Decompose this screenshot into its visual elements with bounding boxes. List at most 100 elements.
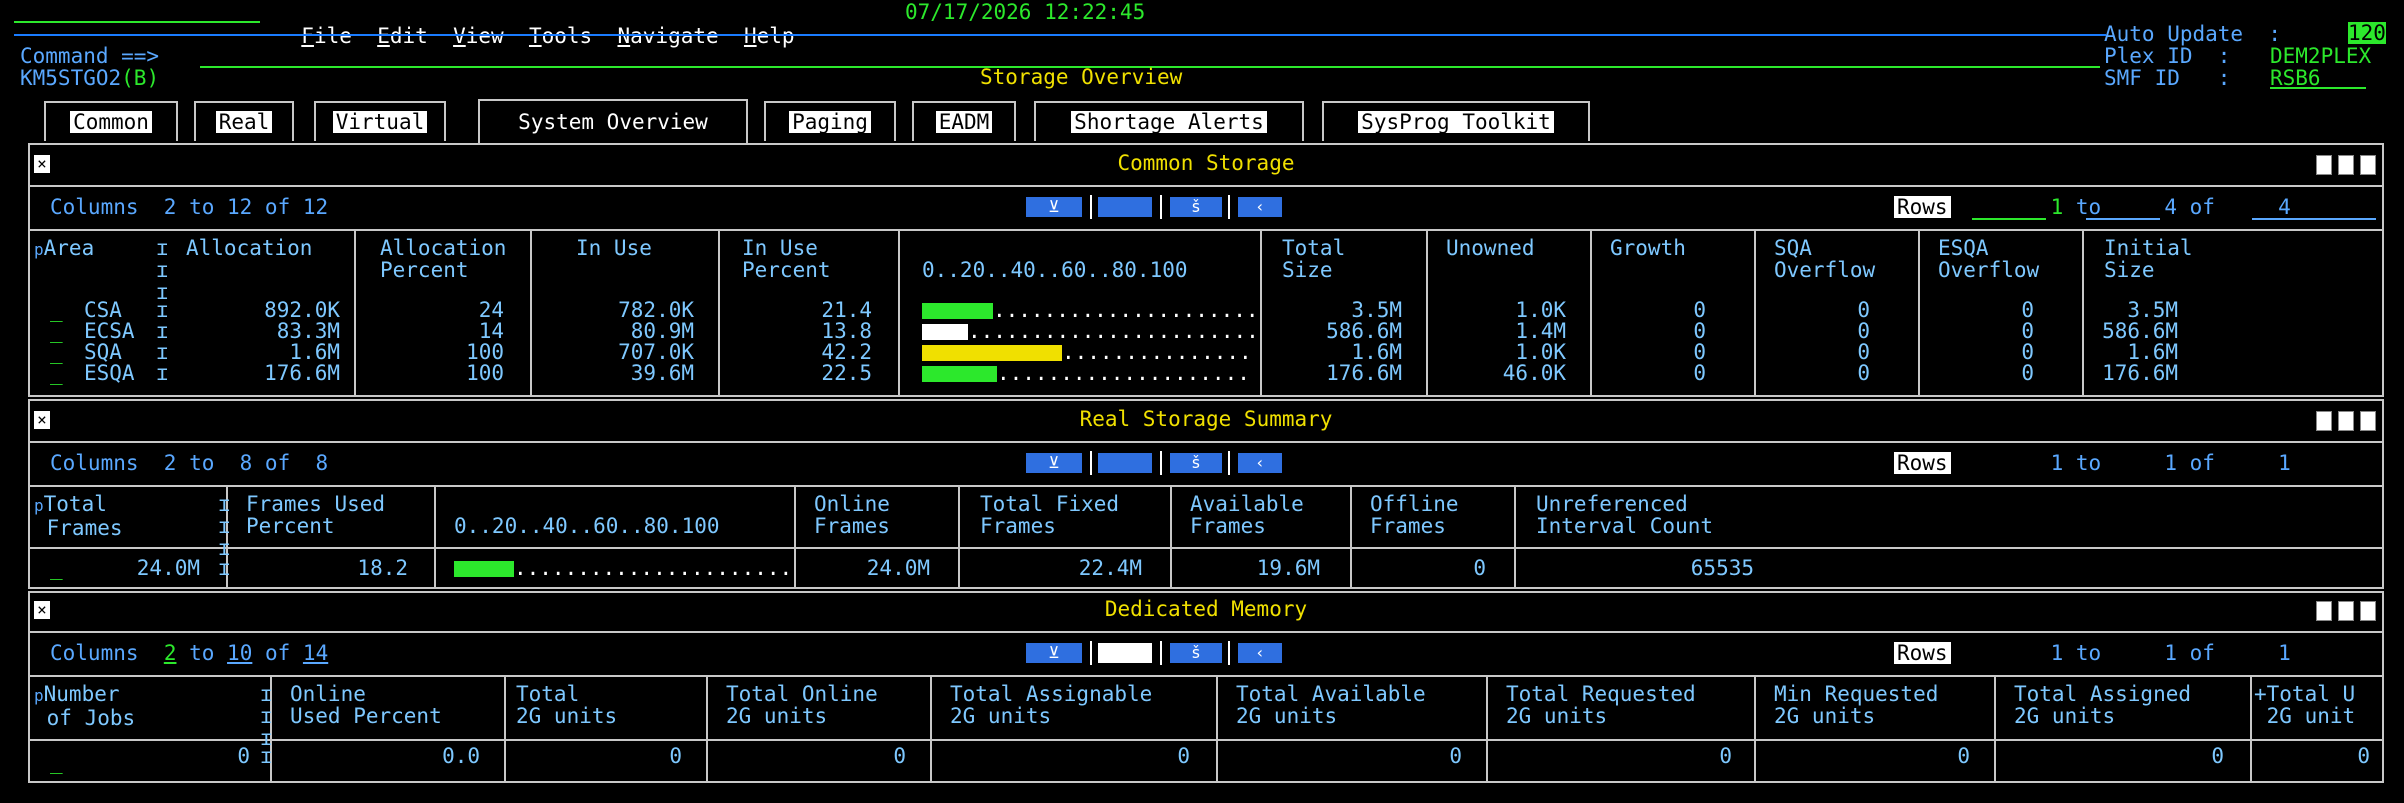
header-esqa-overflow[interactable]: ESQA Overflow xyxy=(1938,237,2039,281)
cell-total-assignable-2g-units: 0 xyxy=(1177,744,1190,768)
header-percent-scale: 0..20..40..60..80.100 xyxy=(922,258,1188,282)
usage-scale: ............... xyxy=(1062,340,1252,364)
cell-unreferenced-interval-count: 65535 xyxy=(1690,556,1754,580)
usage-bar xyxy=(922,303,993,319)
header-in-use-percent[interactable]: In Use Percent xyxy=(742,237,831,281)
header-unreferenced-interval-count[interactable]: Unreferenced Interval Count xyxy=(1536,493,1713,537)
row-selector[interactable]: _ xyxy=(50,341,63,363)
header-offline-frames[interactable]: Offline Frames xyxy=(1370,493,1459,537)
sort-icon[interactable]: š xyxy=(1170,453,1222,473)
header-total-unassigned-2g-units[interactable]: +Total U 2G unit xyxy=(2254,683,2355,727)
restore-icon[interactable] xyxy=(2360,411,2376,431)
plex-id-label: Plex ID : xyxy=(2104,44,2231,68)
cell-total-requested-2g-units: 0 xyxy=(1719,744,1732,768)
sort-icon[interactable]: š xyxy=(1170,643,1222,663)
menu-tools[interactable]: Tools xyxy=(529,24,592,48)
filter-icon[interactable]: ⊻ xyxy=(1026,643,1082,663)
plex-id-value: DEM2PLEX xyxy=(2270,44,2372,68)
header-unowned[interactable]: Unowned xyxy=(1446,237,1535,259)
sort-icon[interactable]: š xyxy=(1170,197,1222,217)
back-icon[interactable]: ‹ xyxy=(1238,197,1282,217)
window-controls[interactable] xyxy=(2316,411,2376,431)
row-selector[interactable]: _ xyxy=(50,299,63,321)
menu-file[interactable]: File xyxy=(301,24,352,48)
tab-paging[interactable]: Paging xyxy=(764,101,896,141)
blank-icon[interactable] xyxy=(1098,197,1152,217)
row-selector[interactable]: _ xyxy=(50,751,63,773)
window-controls[interactable] xyxy=(2316,601,2376,621)
header-number-of-jobs[interactable]: pNumber of Jobs xyxy=(34,683,135,729)
real-storage-panel: × Real Storage Summary Columns 2 to 8 of… xyxy=(28,399,2384,589)
header-total-available-2g-units[interactable]: Total Available 2G units xyxy=(1236,683,1426,727)
header-total-requested-2g-units[interactable]: Total Requested 2G units xyxy=(1506,683,1696,727)
cell-esqa: 0 xyxy=(2021,319,2034,343)
menu-edit[interactable]: Edit xyxy=(377,24,428,48)
tab-real[interactable]: Real xyxy=(194,101,294,141)
columns-indicator: Columns 2 to 10 of 14 xyxy=(50,641,329,665)
tab-virtual[interactable]: Virtual xyxy=(314,101,446,141)
tab-system-overview[interactable]: System Overview xyxy=(478,99,748,143)
header-in-use[interactable]: In Use xyxy=(576,237,652,259)
tab-common[interactable]: Common xyxy=(44,101,178,141)
header-min-requested-2g-units[interactable]: Min Requested 2G units xyxy=(1774,683,1938,727)
filter-icon[interactable]: ⊻ xyxy=(1026,197,1082,217)
header-allocation[interactable]: Allocation xyxy=(186,237,312,259)
header-online-used-percent[interactable]: Online Used Percent xyxy=(290,683,442,727)
cell-in-use: 39.6M xyxy=(630,361,694,385)
window-controls[interactable] xyxy=(2316,155,2376,175)
panel-title: Common Storage xyxy=(1117,151,1295,175)
header-area[interactable]: pArea xyxy=(34,237,94,261)
header-total-assigned-2g-units[interactable]: Total Assigned 2G units xyxy=(2014,683,2191,727)
menu-view[interactable]: View xyxy=(453,24,504,48)
header-allocation-percent[interactable]: Allocation Percent xyxy=(380,237,506,281)
columns-indicator: Columns 2 to 12 of 12 xyxy=(50,195,329,219)
minimize-icon[interactable] xyxy=(2316,601,2332,621)
header-available-frames[interactable]: Available Frames xyxy=(1190,493,1304,537)
header-online-frames[interactable]: Online Frames xyxy=(814,493,890,537)
maximize-icon[interactable] xyxy=(2338,411,2354,431)
cell-area: SQA xyxy=(84,340,122,364)
maximize-icon[interactable] xyxy=(2338,155,2354,175)
cell-number-of-jobs: 0 xyxy=(237,744,250,768)
header-total-frames[interactable]: pTotal Frames xyxy=(34,493,123,539)
header-initial-size[interactable]: Initial Size xyxy=(2104,237,2193,281)
menu-navigate[interactable]: Navigate xyxy=(618,24,719,48)
datetime: 07/17/2026 12:22:45 xyxy=(905,0,1146,24)
rows-button[interactable]: Rows xyxy=(1894,642,1951,664)
cell-online-frames: 24.0M xyxy=(866,556,930,580)
cell-area: ESQA xyxy=(84,361,135,385)
blank-icon[interactable] xyxy=(1098,453,1152,473)
header-total-size[interactable]: Total Size xyxy=(1282,237,1345,281)
cell-growth: 0 xyxy=(1693,298,1706,322)
restore-icon[interactable] xyxy=(2360,155,2376,175)
rows-button[interactable]: Rows xyxy=(1894,196,1951,218)
restore-icon[interactable] xyxy=(2360,601,2376,621)
row-selector[interactable]: _ xyxy=(50,557,63,579)
back-icon[interactable]: ‹ xyxy=(1238,453,1282,473)
usage-bar xyxy=(922,345,1062,361)
header-growth[interactable]: Growth xyxy=(1610,237,1686,259)
tab-sysprog-toolkit[interactable]: SysProg Toolkit xyxy=(1322,101,1590,141)
menu-help[interactable]: Help xyxy=(744,24,795,48)
maximize-icon[interactable] xyxy=(2338,601,2354,621)
minimize-icon[interactable] xyxy=(2316,411,2332,431)
header-frames-used-percent[interactable]: Frames Used Percent xyxy=(246,493,385,537)
header-total-assignable-2g-units[interactable]: Total Assignable 2G units xyxy=(950,683,1152,727)
row-selector[interactable]: _ xyxy=(50,320,63,342)
tab-shortage-alerts[interactable]: Shortage Alerts xyxy=(1034,101,1304,141)
header-total-fixed-frames[interactable]: Total Fixed Frames xyxy=(980,493,1119,537)
back-icon[interactable]: ‹ xyxy=(1238,643,1282,663)
blank-icon[interactable] xyxy=(1098,643,1152,663)
minimize-icon[interactable] xyxy=(2316,155,2332,175)
menu-underline xyxy=(14,21,260,23)
tab-eadm[interactable]: EADM xyxy=(912,101,1016,141)
filter-icon[interactable]: ⊻ xyxy=(1026,453,1082,473)
cell-in-use-pct: 13.8 xyxy=(821,319,872,343)
header-sqa-overflow[interactable]: SQA Overflow xyxy=(1774,237,1875,281)
row-selector[interactable]: _ xyxy=(50,362,63,384)
header-total-2g-units[interactable]: Total 2G units xyxy=(516,683,617,727)
header-total-online-2g-units[interactable]: Total Online 2G units xyxy=(726,683,878,727)
columns-indicator: Columns 2 to 8 of 8 xyxy=(50,451,329,475)
auto-update-value[interactable]: 120 xyxy=(2348,22,2386,44)
rows-button[interactable]: Rows xyxy=(1894,452,1951,474)
